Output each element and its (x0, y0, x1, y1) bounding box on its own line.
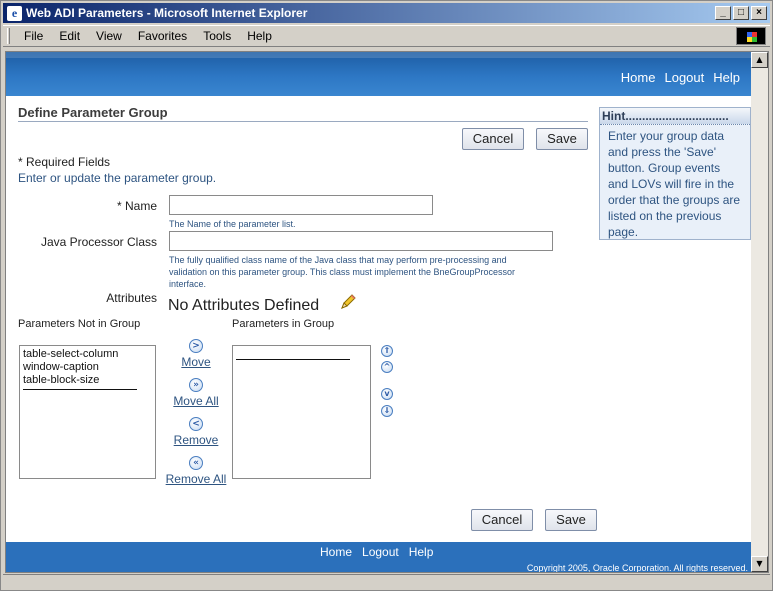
toolbar-grip (7, 28, 10, 44)
parameters-not-in-group-label: Parameters Not in Group (18, 318, 141, 330)
list-separator (236, 359, 350, 360)
menu-view[interactable]: View (88, 29, 130, 43)
maximize-button[interactable]: □ (733, 6, 749, 20)
java-tip-line3: interface. (169, 279, 207, 289)
browser-window: e Web ADI Parameters - Microsoft Interne… (0, 0, 773, 591)
menu-bar: File Edit View Favorites Tools Help (3, 25, 770, 47)
global-links: Home Logout Help (621, 70, 740, 85)
remove-all-arrow-icon[interactable]: « (189, 456, 203, 470)
list-separator (23, 389, 137, 390)
save-button-bottom[interactable]: Save (545, 509, 597, 531)
scroll-up-arrow-icon[interactable]: ▲ (751, 52, 768, 68)
help-link[interactable]: Help (713, 70, 740, 85)
footer-links: Home Logout Help (320, 545, 433, 559)
branding-banner: Home Logout Help (6, 52, 768, 96)
move-control[interactable]: > Move (166, 339, 226, 369)
close-button[interactable]: × (751, 6, 767, 20)
list-item[interactable]: window-caption (23, 361, 152, 374)
header-divider (18, 121, 588, 122)
no-attributes-text: No Attributes Defined (168, 297, 320, 314)
copyright-text: Copyright 2005, Oracle Corporation. All … (526, 563, 748, 573)
hint-text: Enter your group data and press the 'Sav… (608, 129, 741, 239)
java-tip-line2: validation on this parameter group. This… (169, 267, 515, 277)
window-title: Web ADI Parameters - Microsoft Internet … (26, 6, 308, 20)
remove-arrow-icon[interactable]: < (189, 417, 203, 431)
move-all-control[interactable]: » Move All (164, 378, 228, 408)
required-fields-note: * Required Fields (18, 155, 111, 169)
title-bar: e Web ADI Parameters - Microsoft Interne… (3, 3, 770, 23)
name-tip: The Name of the parameter list. (169, 219, 296, 229)
footer-bar: Home Logout Help Copyright 2005, Oracle … (6, 542, 768, 573)
hint-title: Hint............................... (600, 108, 750, 125)
list-item[interactable]: table-block-size (23, 374, 152, 387)
java-class-input[interactable] (169, 231, 553, 251)
move-arrow-icon[interactable]: > (189, 339, 203, 353)
ie-logo-icon: e (7, 5, 22, 21)
remove-all-control[interactable]: « Remove All (158, 456, 234, 486)
menu-help[interactable]: Help (239, 29, 280, 43)
footer-home-link[interactable]: Home (320, 545, 352, 559)
instruction-text: Enter or update the parameter group. (18, 171, 217, 185)
attributes-label: Attributes (106, 291, 157, 305)
menu-favorites[interactable]: Favorites (130, 29, 195, 43)
move-down-icon[interactable]: v (381, 388, 393, 400)
remove-all-link[interactable]: Remove All (166, 472, 227, 486)
cancel-button-bottom[interactable]: Cancel (471, 509, 533, 531)
page-viewport: Home Logout Help Define Parameter Group … (5, 51, 769, 573)
footer-logout-link[interactable]: Logout (362, 545, 399, 559)
move-all-link[interactable]: Move All (173, 394, 218, 408)
cancel-button-top[interactable]: Cancel (462, 128, 524, 150)
list-item[interactable]: table-select-column (23, 348, 152, 361)
vertical-scrollbar[interactable]: ▲ ▼ (751, 52, 768, 572)
logout-link[interactable]: Logout (664, 70, 704, 85)
hint-box: Hint............................... Ente… (599, 107, 751, 240)
group-parameters-list[interactable] (232, 345, 371, 479)
menu-tools[interactable]: Tools (195, 29, 239, 43)
name-input[interactable] (169, 195, 433, 215)
move-to-top-icon[interactable]: ⇑ (381, 345, 393, 357)
pencil-edit-icon[interactable] (339, 293, 357, 311)
move-all-arrow-icon[interactable]: » (189, 378, 203, 392)
java-class-label: Java Processor Class (40, 235, 157, 249)
move-link[interactable]: Move (181, 355, 210, 369)
status-bar (3, 574, 770, 590)
name-label: * Name (116, 199, 157, 213)
remove-link[interactable]: Remove (174, 433, 219, 447)
available-parameters-list[interactable]: table-select-column window-caption table… (19, 345, 156, 479)
menu-file[interactable]: File (16, 29, 51, 43)
page-title: Define Parameter Group (18, 105, 168, 120)
footer-help-link[interactable]: Help (409, 545, 434, 559)
minimize-button[interactable]: _ (715, 6, 731, 20)
scroll-down-arrow-icon[interactable]: ▼ (751, 556, 768, 572)
parameters-in-group-label: Parameters in Group (232, 318, 335, 330)
remove-control[interactable]: < Remove (164, 417, 228, 447)
move-to-bottom-icon[interactable]: ⇓ (381, 405, 393, 417)
menu-edit[interactable]: Edit (51, 29, 88, 43)
windows-logo-icon (736, 27, 766, 45)
move-up-icon[interactable]: ^ (381, 361, 393, 373)
java-tip-line1: The fully qualified class name of the Ja… (169, 255, 507, 265)
home-link[interactable]: Home (621, 70, 656, 85)
save-button-top[interactable]: Save (536, 128, 588, 150)
